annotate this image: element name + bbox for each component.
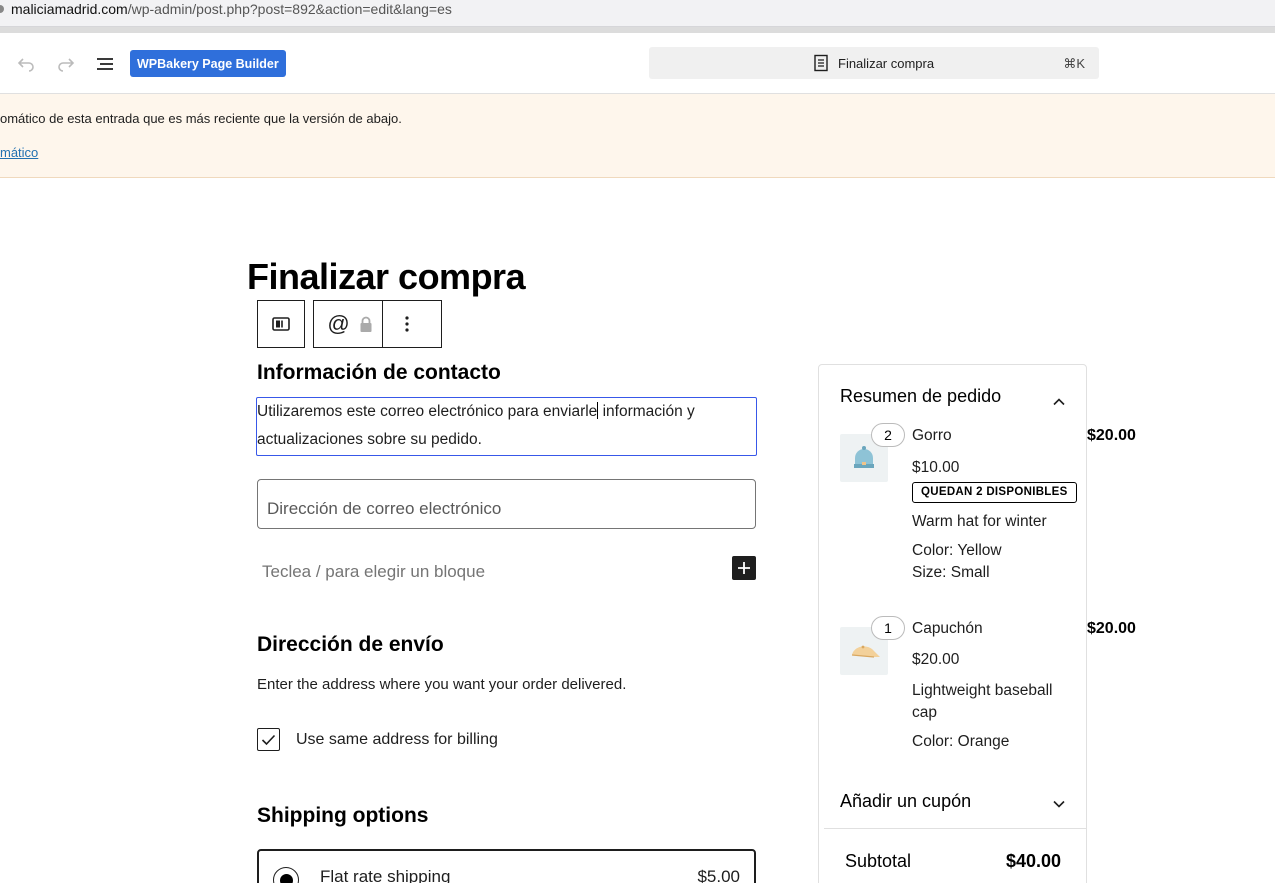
shipping-option-name: Flat rate shipping [320, 867, 451, 883]
item-description: Lightweight baseball [912, 682, 1053, 699]
wpbakery-button[interactable]: WPBakery Page Builder [130, 50, 286, 77]
item-line-total: $20.00 [1087, 620, 1136, 637]
site-info-icon[interactable] [0, 5, 4, 13]
item-attribute: Color: Orange [912, 733, 1010, 750]
order-summary-heading[interactable]: Resumen de pedido [840, 386, 1001, 407]
more-options-icon[interactable] [383, 301, 431, 347]
autosave-notice: omático de esta entrada que es más recie… [0, 94, 1275, 178]
subtotal-label: Subtotal [845, 851, 912, 871]
item-quantity-badge: 1 [871, 616, 905, 640]
command-title: Finalizar compra [838, 56, 935, 71]
chevron-up-icon[interactable] [1052, 393, 1066, 411]
item-quantity-badge: 2 [871, 423, 905, 447]
undo-icon[interactable] [13, 51, 39, 77]
shipping-address-description[interactable]: Enter the address where you want your or… [257, 676, 626, 693]
checkmark-icon [261, 734, 276, 745]
block-toolbar: @ [313, 300, 442, 348]
item-description-cont: cap [912, 704, 937, 721]
notice-link[interactable]: mático [0, 145, 38, 160]
block-type-icon[interactable] [258, 301, 304, 347]
subtotal-value: $40.00 [1006, 851, 1062, 871]
shipping-option-price: $5.00 [697, 867, 740, 883]
command-shortcut: ⌘K [1063, 56, 1085, 71]
shipping-address-heading[interactable]: Dirección de envío [257, 633, 444, 657]
page-title[interactable]: Finalizar compra [247, 256, 526, 298]
contact-description[interactable]: Utilizaremos este correo electrónico par… [256, 397, 757, 456]
contact-heading[interactable]: Información de contacto [257, 361, 501, 385]
editor-toolbar: WPBakery Page Builder Finalizar compra ⌘… [0, 33, 1275, 94]
order-summary: Resumen de pedido 2 Gorro $20.00 $10.00 … [818, 364, 1136, 883]
chevron-down-icon[interactable] [1052, 796, 1066, 814]
add-block-icon[interactable] [732, 556, 756, 580]
block-appender[interactable]: Teclea / para elegir un bloque [262, 562, 485, 582]
shipping-option-flat-rate[interactable]: Flat rate shipping $5.00 [257, 849, 756, 883]
command-palette-button[interactable]: Finalizar compra ⌘K [649, 47, 1099, 79]
item-attribute: Size: Small [912, 564, 990, 581]
url-path: /wp-admin/post.php?post=892&action=edit&… [127, 1, 452, 17]
document-icon [813, 54, 829, 75]
item-unit-price: $20.00 [912, 651, 960, 668]
shipping-radio[interactable] [273, 867, 299, 883]
lock-icon[interactable] [351, 301, 381, 347]
list-view-icon[interactable] [92, 51, 118, 77]
billing-checkbox-label[interactable]: Use same address for billing [296, 731, 498, 749]
item-line-total: $20.00 [1087, 427, 1136, 444]
item-unit-price: $10.00 [912, 459, 960, 476]
shipping-options-heading[interactable]: Shipping options [257, 804, 428, 828]
block-parent-toolbar [257, 300, 305, 348]
billing-checkbox[interactable] [257, 728, 280, 751]
url-host: maliciamadrid.com [11, 1, 128, 17]
item-description: Warm hat for winter [912, 513, 1047, 530]
item-name: Capuchón [912, 620, 983, 637]
email-field[interactable]: Dirección de correo electrónico [257, 479, 756, 529]
item-name: Gorro [912, 427, 952, 444]
stock-badge: QUEDAN 2 DISPONIBLES [912, 482, 1077, 503]
contact-description-start: Utilizaremos este correo electrónico par… [257, 403, 598, 420]
item-attribute: Color: Yellow [912, 542, 1002, 559]
notice-message: omático de esta entrada que es más recie… [0, 111, 402, 126]
redo-icon[interactable] [53, 51, 79, 77]
browser-url-bar[interactable]: maliciamadrid.com/wp-admin/post.php?post… [0, 0, 1275, 27]
add-coupon-toggle[interactable]: Añadir un cupón [840, 791, 971, 812]
summary-divider [824, 828, 1087, 829]
